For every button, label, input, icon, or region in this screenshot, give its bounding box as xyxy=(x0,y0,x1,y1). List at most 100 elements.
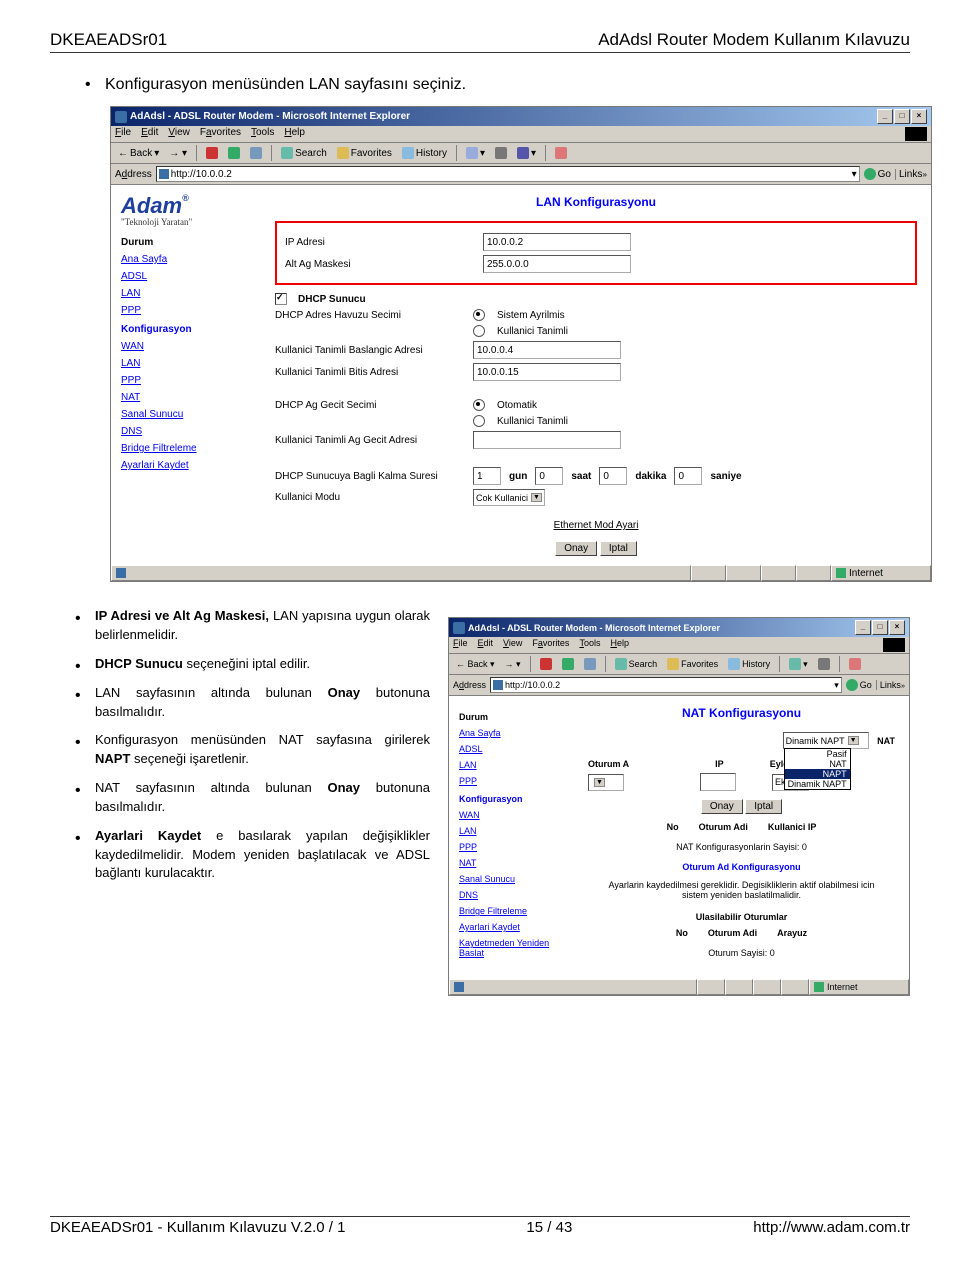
nav-sanal2[interactable]: Sanal Sunucu xyxy=(459,874,564,884)
forward-button[interactable]: → ▾ xyxy=(502,658,524,671)
minimize-button[interactable]: _ xyxy=(877,109,893,124)
gw-radio1[interactable] xyxy=(473,399,485,411)
pool-radio1[interactable] xyxy=(473,309,485,321)
lease-min-input[interactable]: 0 xyxy=(599,467,627,485)
gw-radio2[interactable] xyxy=(473,415,485,427)
nav-dns[interactable]: DNS xyxy=(121,426,251,437)
back-button[interactable]: ← Back ▾ xyxy=(115,147,162,160)
minimize-button[interactable]: _ xyxy=(855,620,871,635)
history-button[interactable]: History xyxy=(399,146,450,160)
nav-ppp[interactable]: PPP xyxy=(121,305,251,316)
pool-radio2[interactable] xyxy=(473,325,485,337)
menu-edit[interactable]: Edit xyxy=(478,638,494,652)
stop-button[interactable] xyxy=(203,146,221,160)
nav-lan2[interactable]: LAN xyxy=(121,358,251,369)
nav-anasayfa2[interactable]: Ana Sayfa xyxy=(459,728,564,738)
mail-button[interactable]: ▾ xyxy=(463,146,488,160)
home-button[interactable] xyxy=(581,657,599,671)
nav-kaydet2[interactable]: Ayarlari Kaydet xyxy=(459,922,564,932)
iptal-button2[interactable]: Iptal xyxy=(745,799,782,814)
lease-day-input[interactable]: 1 xyxy=(473,467,501,485)
internet-icon xyxy=(814,982,824,992)
nav-ppp2[interactable]: PPP xyxy=(121,375,251,386)
menu-view[interactable]: View xyxy=(168,127,190,141)
onay-button2[interactable]: Onay xyxy=(701,799,743,814)
menu-view[interactable]: View xyxy=(503,638,522,652)
stop-button[interactable] xyxy=(537,657,555,671)
ip-field[interactable] xyxy=(700,773,736,791)
back-button[interactable]: ← Back ▾ xyxy=(453,658,498,671)
nav-nat[interactable]: NAT xyxy=(121,392,251,403)
home-button[interactable] xyxy=(247,146,265,160)
nav-ppp4[interactable]: PPP xyxy=(459,842,564,852)
go-button[interactable]: Go xyxy=(864,168,891,180)
favorites-button[interactable]: Favorites xyxy=(334,146,395,160)
mail-button[interactable]: ▾ xyxy=(786,657,811,671)
nav-ppp3[interactable]: PPP xyxy=(459,776,564,786)
nav-bridge2[interactable]: Bridge Filtreleme xyxy=(459,906,564,916)
go-button2[interactable]: Go xyxy=(846,679,872,691)
print-button[interactable] xyxy=(492,146,510,160)
nav-lan[interactable]: LAN xyxy=(121,288,251,299)
nav-lan4[interactable]: LAN xyxy=(459,826,564,836)
nav-lan3[interactable]: LAN xyxy=(459,760,564,770)
address-input[interactable]: http://10.0.0.2▾ xyxy=(156,166,860,182)
nat-dropdown[interactable]: Pasif NAT NAPT Dinamik NAPT xyxy=(784,748,851,790)
nav-nat2[interactable]: NAT xyxy=(459,858,564,868)
start-input[interactable]: 10.0.0.4 xyxy=(473,341,621,359)
nav-wan2[interactable]: WAN xyxy=(459,810,564,820)
mask-label: Alt Ag Maskesi xyxy=(285,259,475,270)
lease-hour-input[interactable]: 0 xyxy=(535,467,563,485)
iptal-button[interactable]: Iptal xyxy=(600,541,637,556)
links-button[interactable]: Links » xyxy=(895,169,927,180)
menu-file[interactable]: File xyxy=(115,127,131,141)
address-input2[interactable]: http://10.0.0.2▾ xyxy=(490,677,842,693)
search-button[interactable]: Search xyxy=(612,657,661,671)
nav-adsl2[interactable]: ADSL xyxy=(459,744,564,754)
history-button[interactable]: History xyxy=(725,657,773,671)
menu-tools[interactable]: Tools xyxy=(251,127,274,141)
nav-anasayfa[interactable]: Ana Sayfa xyxy=(121,254,251,265)
lease-sec-input[interactable]: 0 xyxy=(674,467,702,485)
menu-help[interactable]: Help xyxy=(284,127,305,141)
nat-select[interactable]: Dinamik NAPT▼ Pasif NAT NAPT Dinamik NAP… xyxy=(783,732,869,749)
nav-adsl[interactable]: ADSL xyxy=(121,271,251,282)
logo: Adam® xyxy=(121,193,251,219)
nav-dns2[interactable]: DNS xyxy=(459,890,564,900)
forward-button[interactable]: → ▾ xyxy=(166,147,190,160)
links-button2[interactable]: Links » xyxy=(876,680,905,690)
menu-tools[interactable]: Tools xyxy=(579,638,600,652)
close-button[interactable]: × xyxy=(911,109,927,124)
menu-favorites[interactable]: Favorites xyxy=(532,638,569,652)
end-input[interactable]: 10.0.0.15 xyxy=(473,363,621,381)
refresh-button[interactable] xyxy=(225,146,243,160)
eth-link[interactable]: Ethernet Mod Ayari xyxy=(554,520,639,531)
maximize-button[interactable]: □ xyxy=(894,109,910,124)
close-button[interactable]: × xyxy=(889,620,905,635)
extra-button[interactable] xyxy=(846,657,864,671)
mask-input[interactable]: 255.0.0.0 xyxy=(483,255,631,273)
print-button[interactable] xyxy=(815,657,833,671)
menu-help[interactable]: Help xyxy=(610,638,629,652)
refresh-button[interactable] xyxy=(559,657,577,671)
nav-restart[interactable]: Kaydetmeden Yeniden Baslat xyxy=(459,938,564,958)
ip-input[interactable]: 10.0.0.2 xyxy=(483,233,631,251)
favorites-button[interactable]: Favorites xyxy=(664,657,721,671)
nav-wan[interactable]: WAN xyxy=(121,341,251,352)
menu-file[interactable]: File xyxy=(453,638,468,652)
menu-favorites[interactable]: Favorites xyxy=(200,127,241,141)
mode-select[interactable]: Cok Kullanici▼ xyxy=(473,489,545,506)
dhcp-checkbox[interactable] xyxy=(275,293,287,305)
tool-extra-button[interactable] xyxy=(552,146,570,160)
gwaddr-input[interactable] xyxy=(473,431,621,449)
nav-bridge[interactable]: Bridge Filtreleme xyxy=(121,443,251,454)
maximize-button[interactable]: □ xyxy=(872,620,888,635)
search-button[interactable]: Search xyxy=(278,146,330,160)
onay-button[interactable]: Onay xyxy=(555,541,597,556)
oturum-select[interactable]: ▼ xyxy=(588,774,624,791)
nav-sanal[interactable]: Sanal Sunucu xyxy=(121,409,251,420)
menu-edit[interactable]: Edit xyxy=(141,127,158,141)
edit-button[interactable]: ▾ xyxy=(514,146,539,160)
nav-kaydet[interactable]: Ayarlari Kaydet xyxy=(121,460,251,471)
page-header: DKEAEADSr01 AdAdsl Router Modem Kullanım… xyxy=(50,30,910,53)
